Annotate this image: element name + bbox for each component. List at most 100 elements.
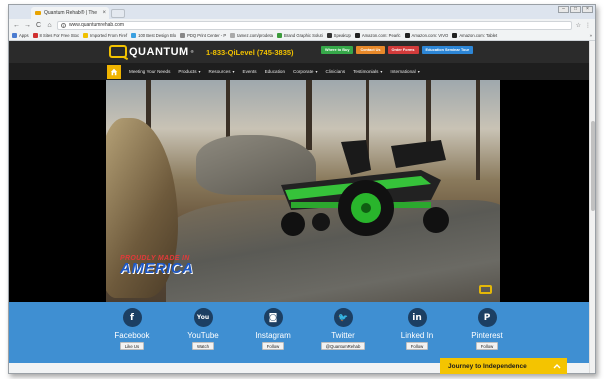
nav-item[interactable]: Testimonials ▾ <box>353 69 382 74</box>
minimize-button[interactable]: – <box>558 6 569 13</box>
social-item: f Facebook Like Us <box>97 308 167 350</box>
social-follow-button[interactable]: Like Us <box>119 342 145 350</box>
made-in-america-watermark: PROUDLY MADE IN AMERICA <box>120 255 193 285</box>
site-header: QUANTUM ® 1-833-QiLevel (745-3835) Where… <box>9 41 595 63</box>
bookmark-label: Amazon.com: Pearlc <box>361 33 401 38</box>
nav-item[interactable]: Resources ▾ <box>209 69 235 74</box>
linkedin-icon[interactable]: in <box>407 308 427 327</box>
new-tab-button[interactable] <box>111 9 125 18</box>
bookmark-item[interactable]: Brand Graphic Soluti <box>277 33 323 38</box>
hero-video[interactable]: PROUDLY MADE IN AMERICA <box>9 80 595 302</box>
bookmark-label: Brand Graphic Soluti <box>284 33 323 38</box>
chevron-down-icon: ▾ <box>417 69 420 74</box>
quantum-watermark-icon <box>479 285 492 294</box>
home-nav-button[interactable] <box>107 64 121 79</box>
chevron-down-icon: ▾ <box>380 69 383 74</box>
bookmark-item[interactable]: Amazon.com: VIVO <box>404 33 449 38</box>
header-button[interactable]: Where to Buy <box>321 46 354 54</box>
home-house-icon <box>110 68 118 75</box>
nav-item[interactable]: Products ▾ <box>178 69 200 74</box>
address-bar-row: ← → C ⌂ i www.quantumrehab.com ☆ ⋮ <box>9 19 595 31</box>
pinterest-icon[interactable]: P <box>477 308 497 327</box>
phone-number[interactable]: 1-833-QiLevel (745-3835) <box>206 48 294 57</box>
facebook-icon[interactable]: f <box>122 308 142 327</box>
bookmarks-bar: Apps 8 Sites For Free Stoc Imported From F… <box>9 31 595 41</box>
bookmark-label: SpeakUp <box>333 33 351 38</box>
social-name: Instagram <box>255 331 291 340</box>
bookmark-item[interactable]: 100 Best Design Blo <box>131 33 176 38</box>
bookmark-star-icon[interactable]: ☆ <box>576 22 581 29</box>
bookmark-item[interactable]: Imported From Firef <box>83 33 127 38</box>
journey-to-independence-banner[interactable]: Journey to Independence <box>440 358 567 374</box>
twitter-icon[interactable]: 🐦 <box>333 308 353 327</box>
nav-item-label: Resources <box>208 69 231 74</box>
nav-item-label: Clinicians <box>325 69 346 74</box>
url-text: www.quantumrehab.com <box>69 22 125 28</box>
social-follow-button[interactable]: @QuantumRehab <box>320 342 366 350</box>
header-button[interactable]: Education Seminar Tour <box>421 46 474 54</box>
nav-item[interactable]: Corporate ▾ <box>293 69 317 74</box>
bookmark-label: PDQ Print Center - P <box>187 33 227 38</box>
maximize-button[interactable]: □ <box>570 6 581 13</box>
bookmark-item[interactable]: Apps <box>12 33 29 38</box>
nav-item[interactable]: Meeting Your Needs <box>129 69 170 74</box>
social-follow-button[interactable]: Follow <box>475 342 499 350</box>
social-follow-button[interactable]: Follow <box>261 342 285 350</box>
bookmark-item[interactable]: 8 Sites For Free Stoc <box>32 33 80 38</box>
logo-registered-mark: ® <box>190 49 194 54</box>
nav-item[interactable]: Clinicians <box>325 69 345 74</box>
social-item: 🐦 Twitter @QuantumRehab <box>308 308 378 350</box>
page-scrollbar[interactable] <box>589 41 595 373</box>
social-name: YouTube <box>187 331 219 340</box>
social-name: Facebook <box>114 331 150 340</box>
browser-window: Quantum Rehab® | The × – □ × ← → C ⌂ i w… <box>8 4 596 374</box>
chevron-up-icon <box>553 363 561 368</box>
chevron-down-icon: ▾ <box>232 69 235 74</box>
bookmark-item[interactable]: Amazon.com: Tablet <box>452 33 497 38</box>
nav-item-label: Products <box>178 69 197 74</box>
nav-item[interactable]: Events <box>243 69 257 74</box>
reload-icon[interactable]: C <box>35 22 42 29</box>
header-button[interactable]: Order Forms <box>387 46 419 54</box>
nav-item[interactable]: International ▾ <box>390 69 419 74</box>
instagram-icon[interactable]: ◙ <box>263 308 283 327</box>
social-item: P Pinterest Follow <box>452 308 522 350</box>
bookmark-label: Imported From Firef <box>90 33 128 38</box>
close-window-button[interactable]: × <box>582 6 593 13</box>
bookmark-label: Amazon.com: VIVO <box>411 33 449 38</box>
logo-text: QUANTUM <box>129 45 189 58</box>
bookmark-item[interactable]: SpeakUp <box>326 33 351 38</box>
header-buttons: Where to Buy Contact Us Order Forms Educati… <box>321 46 474 54</box>
quantum-logo[interactable]: QUANTUM ® <box>109 45 194 58</box>
tab-close-icon[interactable]: × <box>102 10 106 16</box>
bookmark-label: Apps <box>19 33 29 38</box>
social-follow-button[interactable]: Follow <box>405 342 429 350</box>
scrollbar-thumb[interactable] <box>591 121 595 211</box>
browser-menu-icon[interactable]: ⋮ <box>585 22 591 29</box>
url-input[interactable]: i www.quantumrehab.com <box>57 20 572 30</box>
nav-item-label: Education <box>264 69 285 74</box>
bookmark-favicon-icon <box>326 33 332 38</box>
tab-strip: Quantum Rehab® | The × – □ × <box>9 5 595 19</box>
social-follow-button[interactable]: Watch <box>191 342 215 350</box>
browser-tab[interactable]: Quantum Rehab® | The × <box>31 7 109 19</box>
youtube-icon[interactable]: You <box>193 308 213 327</box>
chevron-down-icon: ▾ <box>315 69 318 74</box>
nav-item[interactable]: Education <box>265 69 285 74</box>
info-icon[interactable]: i <box>61 22 66 28</box>
bookmarks-overflow-icon[interactable]: » <box>590 33 592 38</box>
bookmark-item[interactable]: PDQ Print Center - P <box>180 33 226 38</box>
forward-icon[interactable]: → <box>24 22 31 29</box>
bookmark-favicon-icon <box>180 33 186 38</box>
home-icon[interactable]: ⌂ <box>46 22 53 29</box>
bookmark-favicon-icon <box>277 33 283 38</box>
back-icon[interactable]: ← <box>13 22 20 29</box>
header-button[interactable]: Contact Us <box>356 46 385 54</box>
bookmark-item[interactable]: Amazon.com: Pearlc <box>354 33 401 38</box>
journey-label: Journey to Independence <box>448 362 527 370</box>
bookmark-favicon-icon <box>452 33 458 38</box>
social-name: Twitter <box>331 331 355 340</box>
bookmark-item[interactable]: tamez.com/prodeta <box>230 33 273 38</box>
bookmark-label: 8 Sites For Free Stoc <box>39 33 80 38</box>
nav-item-label: Events <box>242 69 257 74</box>
